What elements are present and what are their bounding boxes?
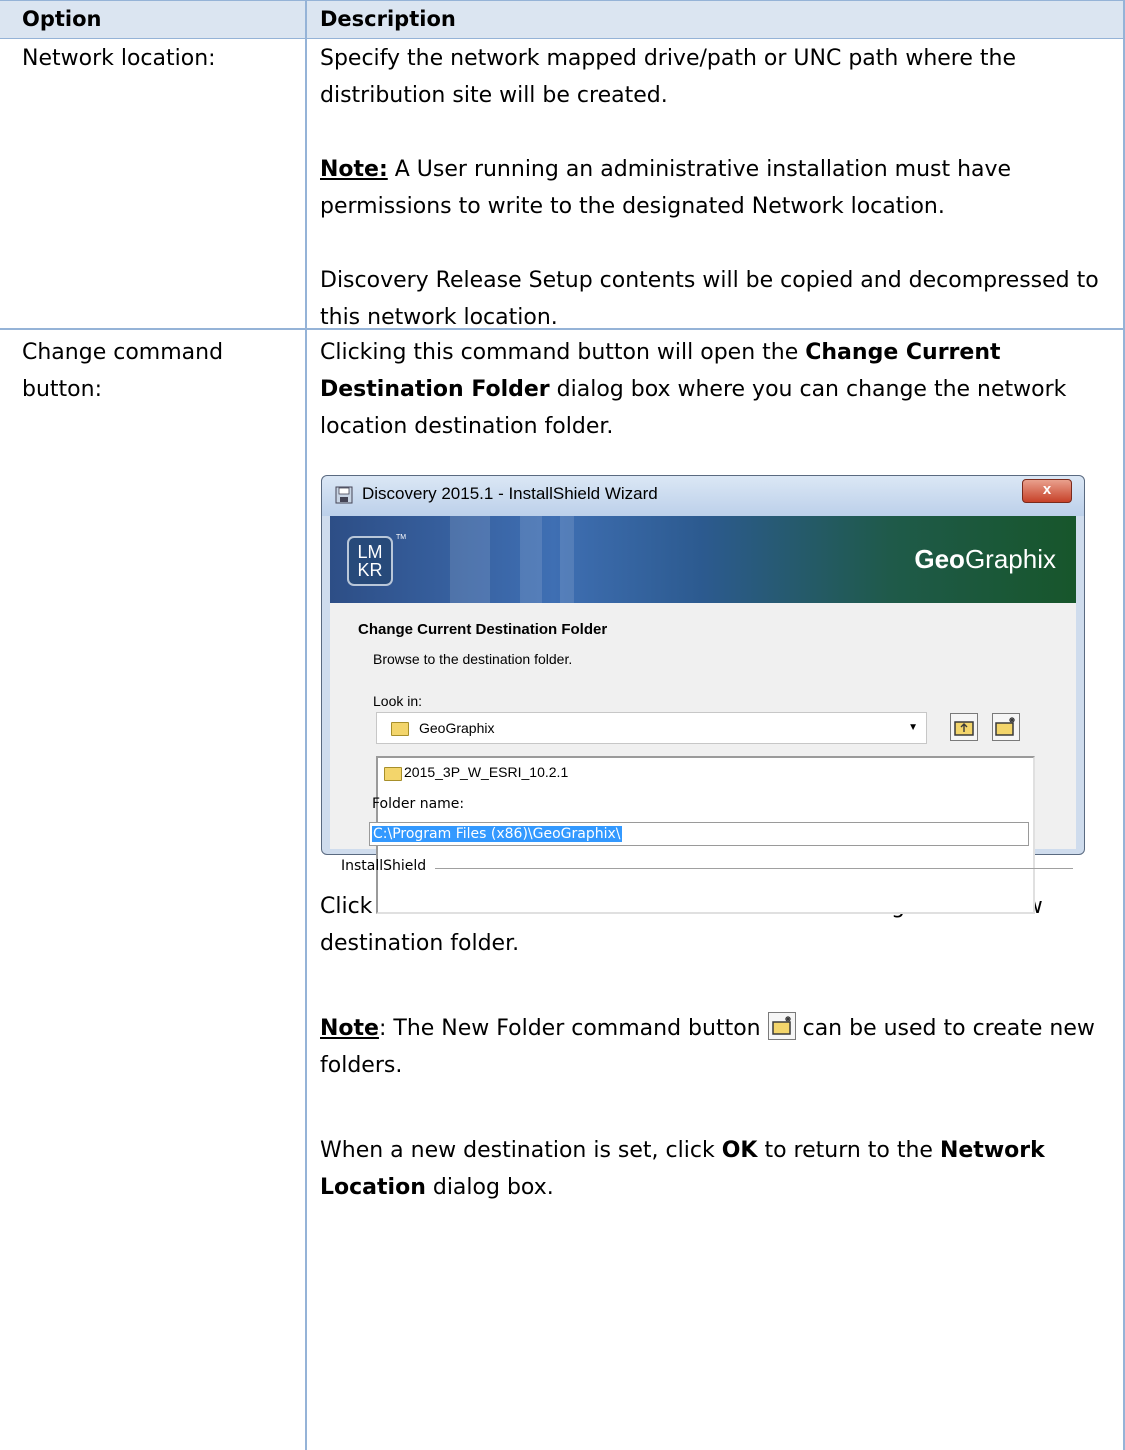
text-run: to return to the [757, 1138, 940, 1163]
folder-icon [391, 722, 409, 736]
desc-paragraph: When a new destination is set, click OK … [320, 1132, 1110, 1206]
bold-run: OK [721, 1138, 758, 1163]
note-paragraph: Note: The New Folder command button can … [320, 1010, 1110, 1084]
table-header: Option Description [0, 0, 1125, 39]
folder-name-row: C:\Program Files (x86)\GeoGraphix\ [329, 822, 1075, 848]
folder-name-label: Folder name: [372, 796, 465, 812]
new-folder-icon [767, 1012, 796, 1040]
folder-name-input[interactable]: C:\Program Files (x86)\GeoGraphix\ [369, 822, 1029, 846]
desc-paragraph: Specify the network mapped drive/path or… [320, 46, 1016, 108]
logo-trademark: TM [396, 534, 407, 541]
desc-paragraph: Clicking this command button will open t… [320, 334, 1110, 445]
note-label: Note: [320, 157, 388, 182]
dialog-titlebar: Discovery 2015.1 - InstallShield Wizard … [322, 476, 1084, 516]
note-paragraph: Note: A User running an administrative i… [320, 151, 1110, 225]
folder-name-value: C:\Program Files (x86)\GeoGraphix\ [372, 826, 622, 842]
column-divider [305, 0, 307, 1450]
installshield-label: InstallShield [341, 858, 427, 874]
installshield-footer: InstallShield [331, 858, 1077, 878]
folder-icon [384, 767, 402, 781]
logo-text: LM KR [357, 542, 383, 580]
look-in-label: Look in: [373, 693, 423, 709]
look-in-dropdown[interactable]: GeoGraphix ▼ [376, 712, 927, 744]
desc-change-command: Clicking this command button will open t… [320, 334, 1110, 445]
desc-return: When a new destination is set, click OK … [320, 1132, 1110, 1206]
folder-name-row-label: Folder name: [329, 796, 1075, 817]
header-description: Description [320, 7, 456, 31]
banner-streak [520, 516, 542, 603]
note-label: Note [320, 1016, 379, 1041]
dialog-subtitle: Browse to the destination folder. [373, 651, 573, 667]
dialog-banner: LM KR TM GeoGraphix [330, 516, 1076, 603]
text-run: : The New Folder command button [378, 1016, 768, 1041]
brand-bold: Geo [914, 544, 965, 574]
list-item-label: 2015_3P_W_ESRI_10.2.1 [404, 764, 569, 780]
desc-new-folder-note: Note: The New Folder command button can … [320, 1010, 1110, 1084]
geographix-logo: GeoGraphix [914, 544, 1056, 575]
header-option: Option [22, 7, 102, 31]
close-button[interactable]: x [1022, 479, 1072, 503]
dialog-heading: Change Current Destination Folder [358, 621, 608, 638]
up-folder-button[interactable] [950, 713, 978, 741]
installer-icon [335, 486, 353, 504]
text-run: Clicking this command button will open t… [320, 340, 806, 365]
dialog-title: Discovery 2015.1 - InstallShield Wizard [362, 484, 658, 503]
new-folder-button[interactable] [992, 713, 1020, 741]
desc-paragraph: Discovery Release Setup contents will be… [320, 268, 1099, 330]
text-run: dialog box. [425, 1175, 554, 1200]
desc-network-location: Specify the network mapped drive/path or… [320, 40, 1110, 336]
option-network-location: Network location: [22, 46, 216, 71]
text-run: When a new destination is set, click [320, 1138, 722, 1163]
brand-rest: Graphix [964, 544, 1056, 574]
note-text: A User running an administrative install… [320, 157, 1012, 219]
banner-streak [560, 516, 574, 603]
option-change-command-button: Change command button: [22, 340, 224, 402]
look-in-value: GeoGraphix [419, 720, 495, 736]
footer-divider [435, 868, 1073, 869]
lmkr-logo: LM KR [347, 536, 393, 586]
banner-streak [450, 516, 490, 603]
dropdown-arrow-icon[interactable]: ▼ [908, 722, 918, 733]
